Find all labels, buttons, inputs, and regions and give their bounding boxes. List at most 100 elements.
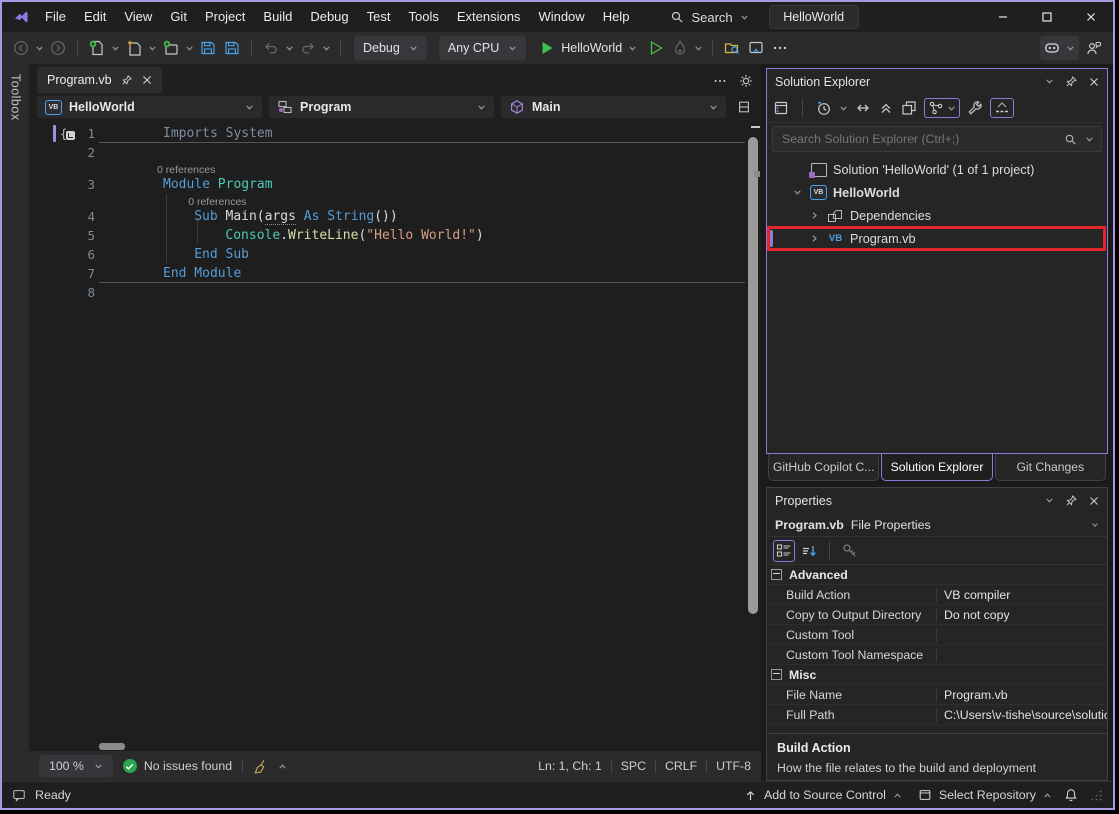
breadcrumb-member[interactable]: Main (501, 96, 726, 118)
collapse-icon[interactable] (771, 669, 782, 680)
close-button[interactable] (1069, 2, 1113, 32)
new-project-button[interactable] (86, 36, 108, 60)
solution-configuration-dropdown[interactable]: Debug (354, 36, 427, 60)
navigate-back-button[interactable] (10, 36, 32, 60)
property-row-copy-to-output-directory[interactable]: Copy to Output DirectoryDo not copy (767, 605, 1107, 625)
tree-item-program-vb[interactable]: VBProgram.vb (767, 227, 1107, 250)
expander-right-icon[interactable] (807, 211, 821, 220)
pin-icon[interactable] (121, 74, 133, 86)
add-item-button[interactable] (160, 36, 182, 60)
status-utf-8[interactable]: UTF-8 (716, 759, 751, 773)
pending-changes-filter-icon[interactable] (816, 100, 832, 116)
navigate-forward-button[interactable] (47, 36, 69, 60)
sync-with-active-document-icon[interactable] (855, 100, 871, 116)
tab-overflow-icon[interactable] (713, 74, 727, 88)
status-spc[interactable]: SPC (621, 759, 646, 773)
chevron-down-icon[interactable] (322, 44, 331, 53)
menu-item-test[interactable]: Test (358, 2, 400, 32)
close-icon[interactable] (142, 75, 152, 85)
tree-item-dependencies[interactable]: Dependencies (767, 204, 1107, 227)
property-row-build-action[interactable]: Build ActionVB compiler (767, 585, 1107, 605)
split-window-icon[interactable] (733, 100, 755, 114)
property-pages-key-icon[interactable] (842, 543, 858, 559)
expander-down-icon[interactable] (790, 188, 804, 197)
chevron-down-icon[interactable] (839, 104, 848, 113)
save-button[interactable] (197, 36, 219, 60)
menu-item-tools[interactable]: Tools (399, 2, 447, 32)
menu-item-build[interactable]: Build (254, 2, 301, 32)
solution-explorer-header[interactable]: Solution Explorer (767, 69, 1107, 94)
scrollbar-thumb[interactable] (748, 137, 758, 614)
chevron-down-icon[interactable] (694, 44, 703, 53)
collapse-icon[interactable] (771, 569, 782, 580)
resize-grip-icon[interactable] (1090, 789, 1103, 802)
issues-indicator[interactable]: No issues found (123, 759, 232, 773)
chevron-up-icon[interactable] (278, 762, 287, 771)
save-all-button[interactable] (221, 36, 243, 60)
menu-item-edit[interactable]: Edit (75, 2, 115, 32)
menu-item-file[interactable]: File (36, 2, 75, 32)
chevron-down-icon[interactable] (35, 44, 44, 53)
solution-search-box[interactable] (772, 126, 1102, 152)
live-share-button[interactable] (745, 36, 767, 60)
menu-item-project[interactable]: Project (196, 2, 254, 32)
menu-item-view[interactable]: View (115, 2, 161, 32)
panel-tab-solution-explorer[interactable]: Solution Explorer (881, 454, 992, 481)
hot-reload-button[interactable] (669, 36, 691, 60)
menu-item-help[interactable]: Help (594, 2, 639, 32)
collapse-all-icon[interactable] (878, 100, 894, 116)
alphabetical-sort-icon[interactable] (801, 543, 817, 559)
close-icon[interactable] (1089, 77, 1099, 87)
chevron-down-icon[interactable] (285, 44, 294, 53)
properties-wrench-icon[interactable] (967, 100, 983, 116)
chevron-down-icon[interactable] (1085, 135, 1094, 144)
zoom-dropdown[interactable]: 100 % (39, 755, 113, 777)
menu-item-git[interactable]: Git (161, 2, 196, 32)
show-all-files-icon[interactable] (901, 100, 917, 116)
file-nesting-toggle[interactable] (924, 98, 960, 118)
breadcrumb-project[interactable]: VB HelloWorld (37, 96, 262, 118)
panel-tab-git-changes[interactable]: Git Changes (995, 454, 1106, 481)
notifications-bell-icon[interactable] (1064, 788, 1078, 802)
open-file-button[interactable] (123, 36, 145, 60)
feedback-bubble-icon[interactable] (12, 788, 26, 802)
chevron-down-icon[interactable] (148, 44, 157, 53)
brace-margin-icon[interactable]: { (60, 125, 75, 144)
menu-item-window[interactable]: Window (529, 2, 593, 32)
chevron-down-icon[interactable] (1045, 496, 1054, 505)
horizontal-scrollbar-thumb[interactable] (99, 743, 125, 750)
start-debugging-button[interactable]: HelloWorld (533, 40, 643, 56)
tree-item-helloworld[interactable]: VBHelloWorld (767, 181, 1107, 204)
code-cleanup-broom-icon[interactable] (253, 759, 268, 774)
property-section-advanced[interactable]: Advanced (767, 565, 1107, 585)
editor-scrollbar[interactable] (746, 123, 761, 751)
property-row-file-name[interactable]: File NameProgram.vb (767, 685, 1107, 705)
select-repository-button[interactable]: Select Repository (914, 788, 1056, 802)
code-editor[interactable]: {1Imports System20 references3Module Pro… (29, 123, 761, 751)
find-in-files-button[interactable] (721, 36, 743, 60)
solution-search-input[interactable] (780, 131, 1056, 147)
redo-button[interactable] (297, 36, 319, 60)
add-to-source-control-button[interactable]: Add to Source Control (740, 788, 906, 802)
property-row-custom-tool[interactable]: Custom Tool (767, 625, 1107, 645)
pin-icon[interactable] (1065, 494, 1078, 507)
breadcrumb-type[interactable]: Program (269, 96, 494, 118)
search-box[interactable]: Search (664, 10, 754, 25)
preview-selected-items-toggle[interactable] (990, 98, 1014, 118)
toolbox-tab[interactable]: Toolbox (9, 74, 23, 121)
menu-item-extensions[interactable]: Extensions (448, 2, 530, 32)
tree-item-solution-helloworld-1-of-1-project[interactable]: Solution 'HelloWorld' (1 of 1 project) (767, 158, 1107, 181)
menu-item-debug[interactable]: Debug (301, 2, 357, 32)
minimize-button[interactable] (981, 2, 1025, 32)
start-without-debugging-button[interactable] (645, 36, 667, 60)
panel-tab-github-copilot-c[interactable]: GitHub Copilot C... (768, 454, 879, 481)
properties-header[interactable]: Properties (767, 488, 1107, 513)
status-crlf[interactable]: CRLF (665, 759, 697, 773)
window-title-box[interactable]: HelloWorld (769, 5, 859, 29)
properties-object-dropdown[interactable]: Program.vb File Properties (767, 513, 1107, 537)
solution-platform-dropdown[interactable]: Any CPU (439, 36, 526, 60)
property-section-misc[interactable]: Misc (767, 665, 1107, 685)
property-row-custom-tool-namespace[interactable]: Custom Tool Namespace (767, 645, 1107, 665)
tab-program-vb[interactable]: Program.vb (37, 67, 162, 93)
status-ln-1-ch-1[interactable]: Ln: 1, Ch: 1 (538, 759, 602, 773)
